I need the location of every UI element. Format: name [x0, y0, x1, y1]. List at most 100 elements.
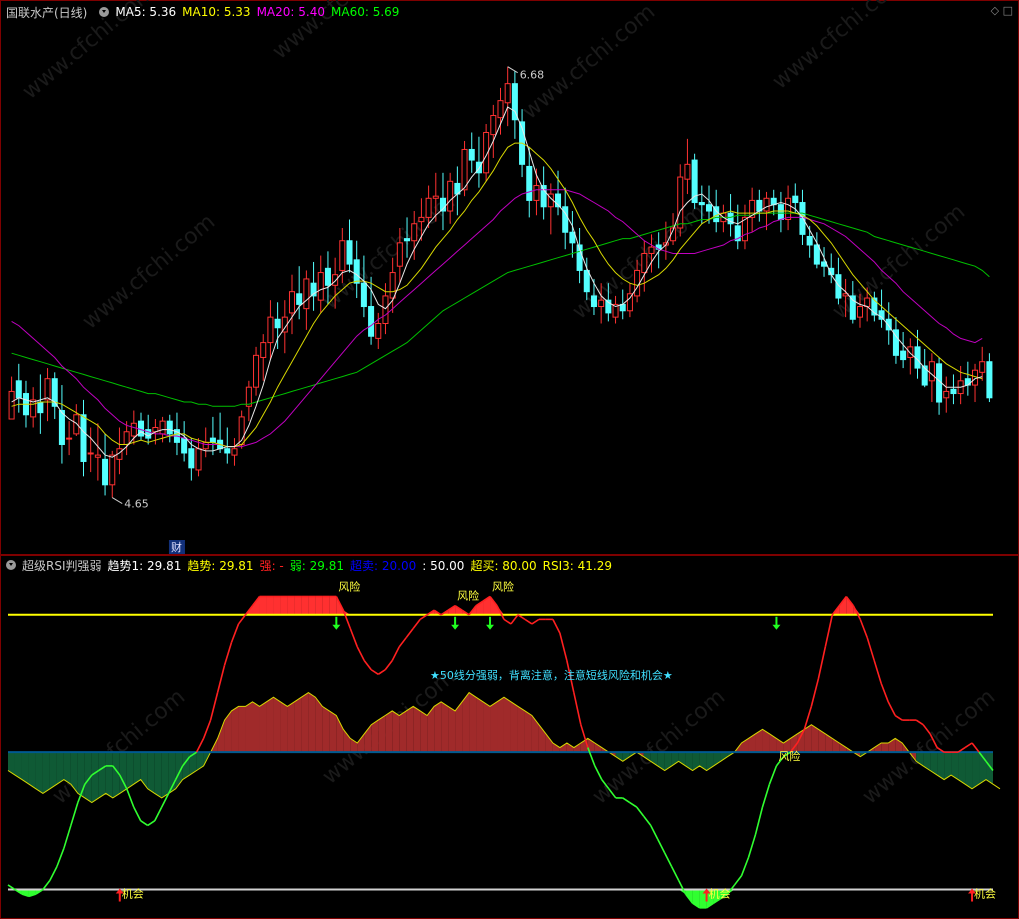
- trend-fill: [497, 697, 504, 753]
- watermark-text: www.cfchi.com: [568, 199, 710, 324]
- trend-fill: [371, 720, 379, 753]
- candle-body-up: [648, 246, 655, 254]
- overbought-fill: [273, 596, 281, 615]
- rsi-line-segment: [510, 614, 519, 625]
- chart-frame: www.cfchi.com www.cfchi.com www.cfchi.com w…: [0, 0, 1019, 919]
- rsi-line-segment: [810, 678, 820, 707]
- candle: [612, 295, 619, 324]
- candle-body-up: [979, 361, 986, 373]
- candle-body-up: [317, 272, 324, 301]
- candle: [828, 253, 835, 284]
- overbought-fill: [308, 596, 316, 615]
- circle-dropdown-icon[interactable]: [6, 560, 16, 570]
- candle: [468, 132, 475, 173]
- candle-body-down: [698, 202, 705, 206]
- trend-fill: [573, 743, 581, 753]
- trend-fill: [552, 743, 560, 753]
- rsi-line-segment: [70, 802, 79, 826]
- candle: [30, 387, 37, 428]
- candle-body-down: [792, 195, 799, 204]
- candle-body-up: [533, 185, 540, 201]
- candle: [684, 138, 691, 195]
- trend-fill: [238, 706, 246, 753]
- trend-fill: [615, 752, 623, 762]
- candle-body-down: [705, 204, 713, 212]
- candle: [569, 211, 576, 258]
- trend-fill: [266, 697, 274, 753]
- rsi-chart[interactable]: www.cfchi.comwww.cfchi.comwww.cfchi.comw…: [0, 555, 1019, 919]
- candle-body-up: [432, 195, 439, 199]
- rsi-line-segment: [216, 664, 226, 693]
- main-chart-title: 国联水产(日线): [6, 5, 88, 20]
- trend-fill: [531, 715, 539, 753]
- candle-body-down: [849, 295, 856, 320]
- price-chart[interactable]: www.cfchi.com www.cfchi.com www.cfchi.com w…: [0, 0, 1019, 555]
- rsi-line-segment: [880, 683, 889, 703]
- candle: [224, 427, 231, 464]
- rsi-line-segment: [754, 806, 764, 835]
- trend-fill: [154, 752, 162, 798]
- candle: [986, 353, 993, 403]
- candle-body-up: [8, 390, 15, 420]
- chance-signal-label: 机会: [709, 887, 731, 901]
- candle-body-down: [799, 202, 806, 235]
- trend-fill: [105, 752, 113, 798]
- candle-body-up: [303, 278, 310, 310]
- candle: [73, 404, 80, 436]
- trend-fill: [224, 710, 232, 753]
- candle: [253, 346, 260, 396]
- candle-body-down: [360, 282, 367, 308]
- candle-body-up: [411, 223, 418, 242]
- candle-body-down: [590, 295, 597, 308]
- candle-body-up: [396, 242, 403, 267]
- rsi-line-segment: [768, 765, 778, 785]
- overbought-fill: [315, 596, 323, 615]
- trend-fill: [385, 710, 393, 753]
- candle-body-up: [856, 306, 864, 318]
- risk-signal-label: 风险: [492, 579, 514, 593]
- candle-body-down: [569, 231, 576, 244]
- trend-fill: [399, 710, 407, 753]
- rsi-line-segment: [873, 660, 882, 684]
- ma5-line: [11, 106, 983, 458]
- rsi-line-segment: [398, 637, 407, 648]
- trend-fill: [406, 706, 414, 753]
- trend-fill: [21, 752, 29, 785]
- candle-body-down: [950, 388, 957, 395]
- candle-body-up: [66, 437, 73, 440]
- candle: [900, 332, 907, 369]
- candle: [245, 380, 252, 422]
- trend-fill: [874, 743, 882, 753]
- candle-body-up: [389, 272, 396, 299]
- trend-fill: [413, 706, 421, 753]
- candle: [58, 385, 65, 464]
- candle: [346, 219, 353, 273]
- candle-body-up: [202, 441, 209, 450]
- rsi-line-segment: [63, 825, 72, 849]
- candle: [274, 302, 281, 349]
- rsi-line-segment: [391, 646, 400, 661]
- trend-fill: [965, 752, 973, 789]
- circle-dropdown-icon[interactable]: [99, 7, 110, 17]
- trend-fill: [972, 752, 980, 789]
- candle-body-down: [900, 350, 907, 361]
- rsi-line-segment: [140, 820, 149, 827]
- overbought-fill: [301, 596, 309, 615]
- candle-body-up: [504, 83, 511, 104]
- rsi-line-segment: [42, 879, 51, 891]
- low-label: 4.65: [124, 498, 149, 511]
- diamond-icon[interactable]: ◇ □: [991, 4, 1013, 17]
- candle: [8, 376, 15, 420]
- down-arrow-icon: [332, 624, 341, 630]
- rsi-line-segment: [964, 742, 973, 749]
- candle: [749, 187, 756, 233]
- candle-body-up: [497, 100, 504, 119]
- rsi-line-segment: [412, 618, 421, 630]
- candle-body-up: [382, 295, 389, 325]
- candle-body-up: [44, 378, 51, 401]
- overbought-fill: [287, 596, 295, 615]
- overbought-fill: [280, 596, 288, 615]
- rsi-line-segment: [663, 852, 673, 867]
- candle: [281, 300, 288, 354]
- candle-body-up: [943, 390, 950, 399]
